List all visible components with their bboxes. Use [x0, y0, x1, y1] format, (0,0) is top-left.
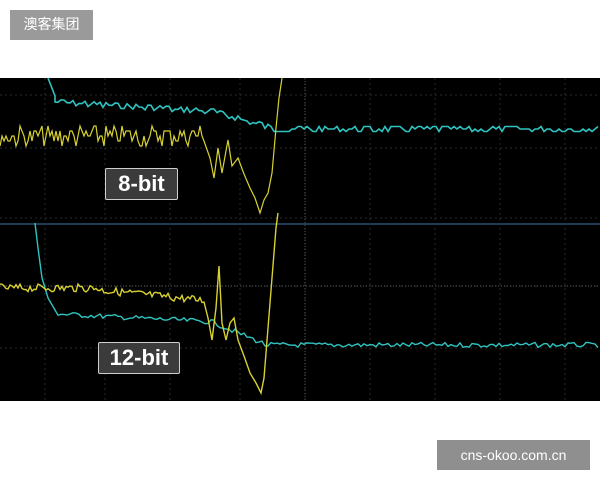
label-12-bit: 12-bit	[98, 342, 180, 374]
label-8-bit: 8-bit	[105, 168, 178, 200]
cyan-trace-8bit	[47, 78, 599, 134]
cyan-trace-12bit	[34, 222, 599, 349]
oscilloscope-display: 8-bit 12-bit	[0, 78, 600, 401]
watermark-badge-bottom: cns-okoo.com.cn	[437, 440, 590, 470]
watermark-badge-top: 澳客集团	[10, 10, 93, 40]
oscilloscope-screen	[0, 78, 600, 401]
